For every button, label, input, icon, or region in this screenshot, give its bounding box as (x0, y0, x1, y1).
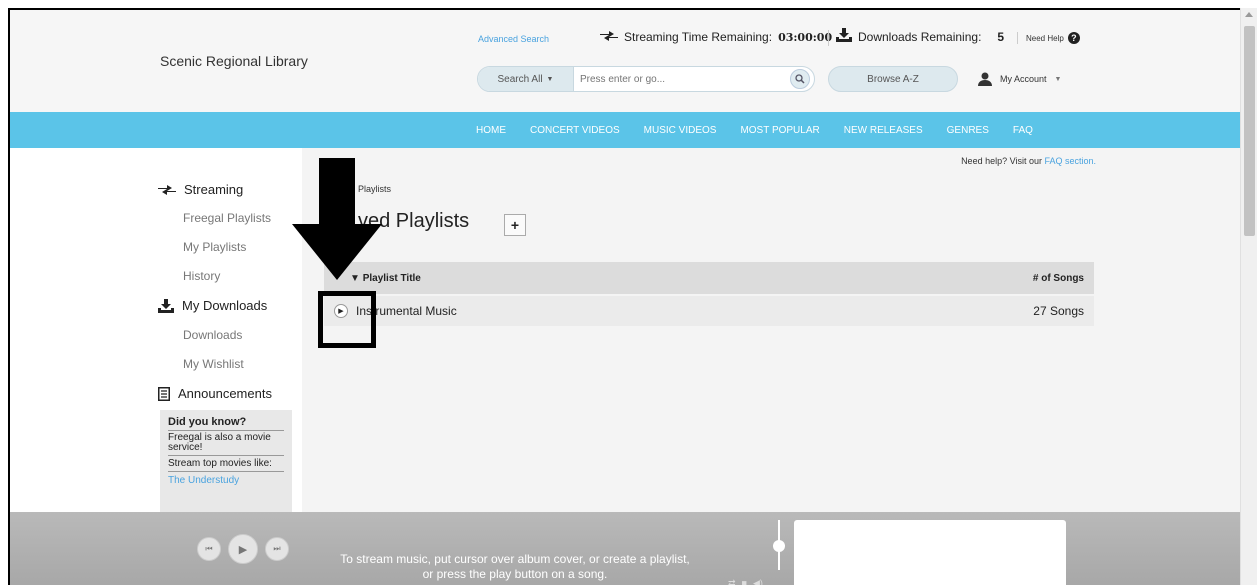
sidebar-my-downloads-label: My Downloads (182, 298, 268, 313)
user-icon (978, 72, 992, 86)
next-icon: ⏭ (273, 544, 281, 553)
annotation-arrow (292, 158, 382, 280)
downloads-value: 5 (997, 29, 1005, 44)
nav-concert-videos[interactable]: CONCERT VIDEOS (518, 125, 632, 136)
sidebar-item-freegal-playlists[interactable]: Freegal Playlists (183, 211, 271, 225)
did-you-know-title: Did you know? (168, 416, 284, 431)
page-scrollbar[interactable] (1240, 8, 1257, 585)
sidebar-streaming-label: Streaming (184, 182, 244, 197)
document-icon (158, 386, 170, 401)
sidebar-my-downloads-heading[interactable]: My Downloads (158, 298, 267, 313)
site-header: Scenic Regional Library Advanced Search … (10, 10, 1242, 112)
player-message: To stream music, put cursor over album c… (315, 552, 715, 582)
sidebar-item-downloads[interactable]: Downloads (183, 328, 242, 342)
nav-music-videos[interactable]: MUSIC VIDEOS (632, 125, 729, 136)
add-playlist-button[interactable]: + (504, 214, 526, 236)
streaming-label: Streaming Time Remaining: (624, 30, 773, 44)
volume-slider-handle[interactable] (773, 540, 785, 552)
music-player: ⏮ ▶ ⏭ To stream music, put cursor over a… (10, 512, 1242, 585)
search-icon (795, 74, 805, 84)
main-content: Need help? Visit our FAQ section. Playli… (302, 148, 1242, 518)
did-you-know-link[interactable]: The Understudy (168, 475, 284, 486)
nav-new-releases[interactable]: NEW RELEASES (832, 125, 935, 136)
main-nav: HOME CONCERT VIDEOS MUSIC VIDEOS MOST PO… (10, 112, 1242, 148)
sidebar-item-my-playlists[interactable]: My Playlists (183, 240, 246, 254)
did-you-know-item: Stream top movies like: (168, 459, 284, 472)
faq-section-link[interactable]: FAQ section. (1044, 156, 1096, 166)
sidebar: Streaming Freegal Playlists My Playlists… (10, 148, 302, 520)
scroll-up-arrow-icon[interactable] (1245, 12, 1253, 17)
previous-button[interactable]: ⏮ (197, 537, 221, 561)
shuffle-icon[interactable]: ⇄ (728, 578, 736, 585)
sidebar-item-history[interactable]: History (183, 269, 220, 283)
advanced-search-link[interactable]: Advanced Search (478, 34, 549, 44)
annotation-highlight-box (318, 291, 376, 348)
nav-genres[interactable]: GENRES (935, 125, 1001, 136)
need-help-label: Need Help (1026, 33, 1064, 43)
search-button[interactable] (790, 69, 810, 89)
previous-icon: ⏮ (205, 544, 213, 553)
need-help-link[interactable]: Need Help ? (1017, 32, 1080, 44)
browse-a-z-button[interactable]: Browse A-Z (828, 66, 958, 92)
divider (828, 30, 829, 46)
my-account-label: My Account (1000, 74, 1047, 84)
streaming-time-remaining: Streaming Time Remaining: 03:00:00 (600, 30, 832, 44)
sidebar-item-my-wishlist[interactable]: My Wishlist (183, 357, 244, 371)
play-button[interactable]: ▶ (228, 534, 258, 564)
column-header-songs[interactable]: # of Songs (1033, 273, 1084, 284)
play-icon: ▶ (238, 543, 248, 556)
sidebar-announcements-label: Announcements (178, 386, 272, 401)
did-you-know-item: Freegal is also a movie service! (168, 433, 284, 456)
my-account-menu[interactable]: My Account ▼ (978, 72, 1061, 86)
sidebar-announcements-heading[interactable]: Announcements (158, 386, 272, 401)
search-input[interactable] (574, 73, 774, 85)
player-message-line: or press the play button on a song. (422, 567, 608, 581)
playlist-song-count: 27 Songs (1033, 304, 1084, 318)
search-scope-dropdown[interactable]: Search All ▼ (478, 67, 574, 91)
help-circle-icon: ? (1067, 32, 1080, 44)
album-art-panel (794, 520, 1066, 585)
repeat-icon[interactable]: ■ (742, 578, 747, 585)
table-row[interactable]: ▶ Instrumental Music 27 Songs (324, 296, 1094, 326)
nav-faq[interactable]: FAQ (1001, 125, 1045, 136)
faq-help-text: Need help? Visit our FAQ section. (961, 156, 1096, 166)
chevron-down-icon: ▼ (1054, 75, 1062, 83)
downloads-label: Downloads Remaining: (858, 29, 982, 44)
sidebar-streaming-heading[interactable]: Streaming (158, 182, 243, 197)
scrollbar-thumb[interactable] (1244, 26, 1255, 236)
download-icon (836, 28, 852, 45)
next-button[interactable]: ⏭ (265, 537, 289, 561)
nav-home[interactable]: HOME (464, 125, 518, 136)
streaming-arrows-icon (600, 30, 618, 44)
download-icon (158, 298, 174, 313)
browser-frame: Scenic Regional Library Advanced Search … (8, 8, 1257, 585)
streaming-value: 03:00:00 (778, 30, 833, 44)
search-bar: Search All ▼ (477, 66, 815, 92)
chevron-down-icon: ▼ (546, 75, 554, 83)
faq-help-prefix: Need help? Visit our (961, 156, 1042, 166)
downloads-remaining: Downloads Remaining: 5 (836, 28, 1004, 45)
player-message-line: To stream music, put cursor over album c… (340, 552, 690, 566)
nav-most-popular[interactable]: MOST POPULAR (728, 125, 831, 136)
table-header: ▼ Playlist Title # of Songs (324, 262, 1094, 294)
search-scope-label: Search All (497, 73, 543, 85)
player-controls: ⇄ ■ ◀) (728, 578, 763, 585)
volume-icon[interactable]: ◀) (753, 578, 763, 585)
library-name[interactable]: Scenic Regional Library (160, 53, 308, 69)
did-you-know-box: Did you know? Freegal is also a movie se… (160, 410, 292, 520)
streaming-arrows-icon (158, 184, 176, 195)
